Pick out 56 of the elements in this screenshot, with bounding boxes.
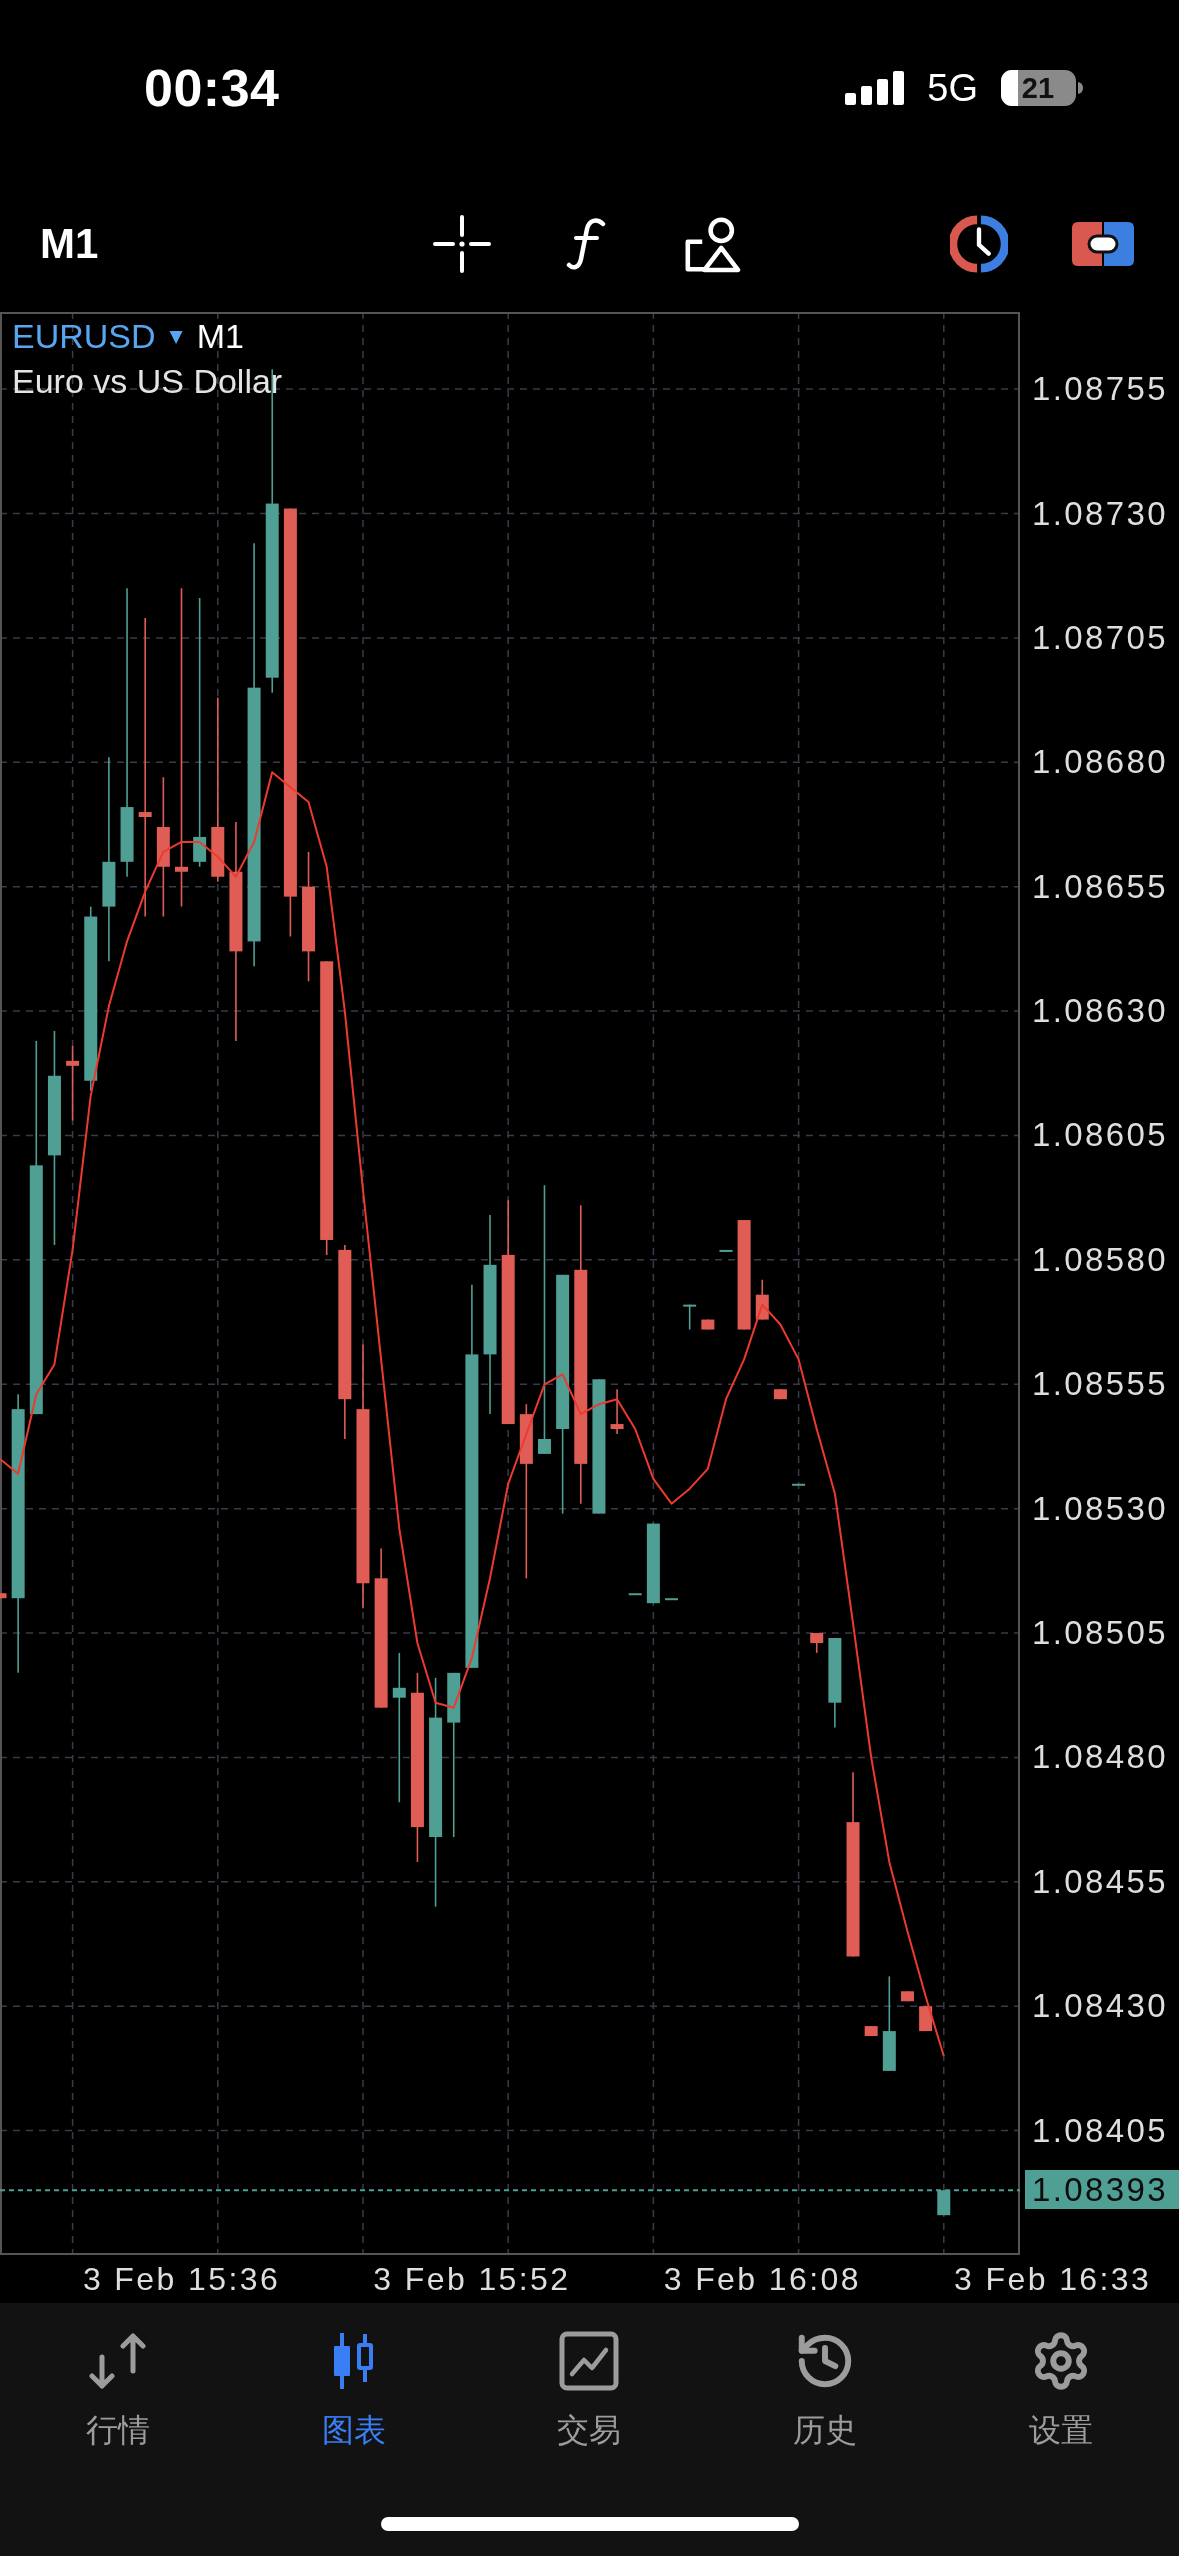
price-label: 1.08630 bbox=[1032, 991, 1169, 1032]
candlestick bbox=[937, 2189, 951, 2216]
price-label: 1.08430 bbox=[1032, 1986, 1169, 2027]
price-label: 1.08755 bbox=[1032, 369, 1169, 410]
tab[interactable]: 交易 bbox=[471, 2331, 708, 2450]
shapes-icon[interactable] bbox=[683, 215, 741, 273]
time-label: 3 Feb 15:36 bbox=[82, 2260, 281, 2299]
tab[interactable]: 图表 bbox=[235, 2331, 472, 2450]
price-label: 1.08530 bbox=[1032, 1488, 1169, 1529]
candlestick bbox=[900, 1990, 914, 2003]
candlestick bbox=[773, 1388, 787, 1400]
symbol-selector[interactable]: EURUSD ▼ bbox=[12, 314, 183, 359]
toggle-icon[interactable] bbox=[1072, 222, 1134, 266]
candlestick-icon bbox=[331, 2333, 376, 2389]
current-price-label: 1.08393 bbox=[1025, 2170, 1179, 2210]
network-label: 5G bbox=[927, 69, 978, 107]
candlestick bbox=[0, 1592, 7, 1599]
price-label: 1.08580 bbox=[1032, 1239, 1169, 1280]
line-chart-icon bbox=[559, 2331, 620, 2391]
time-label: 3 Feb 15:52 bbox=[373, 2260, 571, 2299]
tab[interactable]: 历史 bbox=[707, 2331, 944, 2450]
candlestick bbox=[628, 1592, 642, 1596]
status-time: 00:34 bbox=[144, 62, 280, 114]
price-label: 1.08555 bbox=[1032, 1364, 1169, 1405]
price-label: 1.08605 bbox=[1032, 1115, 1169, 1156]
price-label: 1.08505 bbox=[1032, 1613, 1169, 1654]
time-label: 3 Feb 16:08 bbox=[663, 2260, 861, 2299]
clock-icon[interactable] bbox=[950, 215, 1008, 273]
price-label: 1.08680 bbox=[1032, 742, 1169, 783]
time-label: 3 Feb 16:33 bbox=[954, 2260, 1152, 2299]
timeframe-button[interactable]: M1 bbox=[40, 223, 99, 265]
price-label: 1.08730 bbox=[1032, 493, 1169, 534]
candlestick bbox=[792, 1482, 806, 1486]
candlestick bbox=[610, 1388, 624, 1435]
price-label: 1.08455 bbox=[1032, 1861, 1169, 1902]
battery-icon bbox=[1001, 70, 1083, 106]
candlestick bbox=[683, 1303, 697, 1331]
battery-percentage: 21 bbox=[1020, 70, 1056, 106]
candlestick bbox=[864, 2025, 878, 2037]
candlestick bbox=[719, 1249, 733, 1252]
price-label: 1.08705 bbox=[1032, 617, 1169, 658]
timeframe-label: M1 bbox=[196, 316, 244, 357]
tab[interactable]: 行情 bbox=[0, 2331, 236, 2450]
candlestick bbox=[665, 1597, 679, 1601]
signal-icon bbox=[845, 71, 905, 105]
price-label: 1.08655 bbox=[1032, 866, 1169, 907]
candlestick bbox=[701, 1318, 715, 1331]
price-label: 1.08480 bbox=[1032, 1737, 1169, 1778]
price-label: 1.08405 bbox=[1032, 2110, 1169, 2151]
arrows-icon bbox=[86, 2333, 149, 2389]
function-icon[interactable] bbox=[566, 217, 606, 271]
candlestick bbox=[919, 2005, 933, 2032]
crosshair-icon[interactable] bbox=[432, 214, 492, 274]
tab[interactable]: 设置 bbox=[943, 2331, 1179, 2450]
candlestick bbox=[810, 1632, 824, 1654]
candlestick bbox=[755, 1278, 769, 1321]
